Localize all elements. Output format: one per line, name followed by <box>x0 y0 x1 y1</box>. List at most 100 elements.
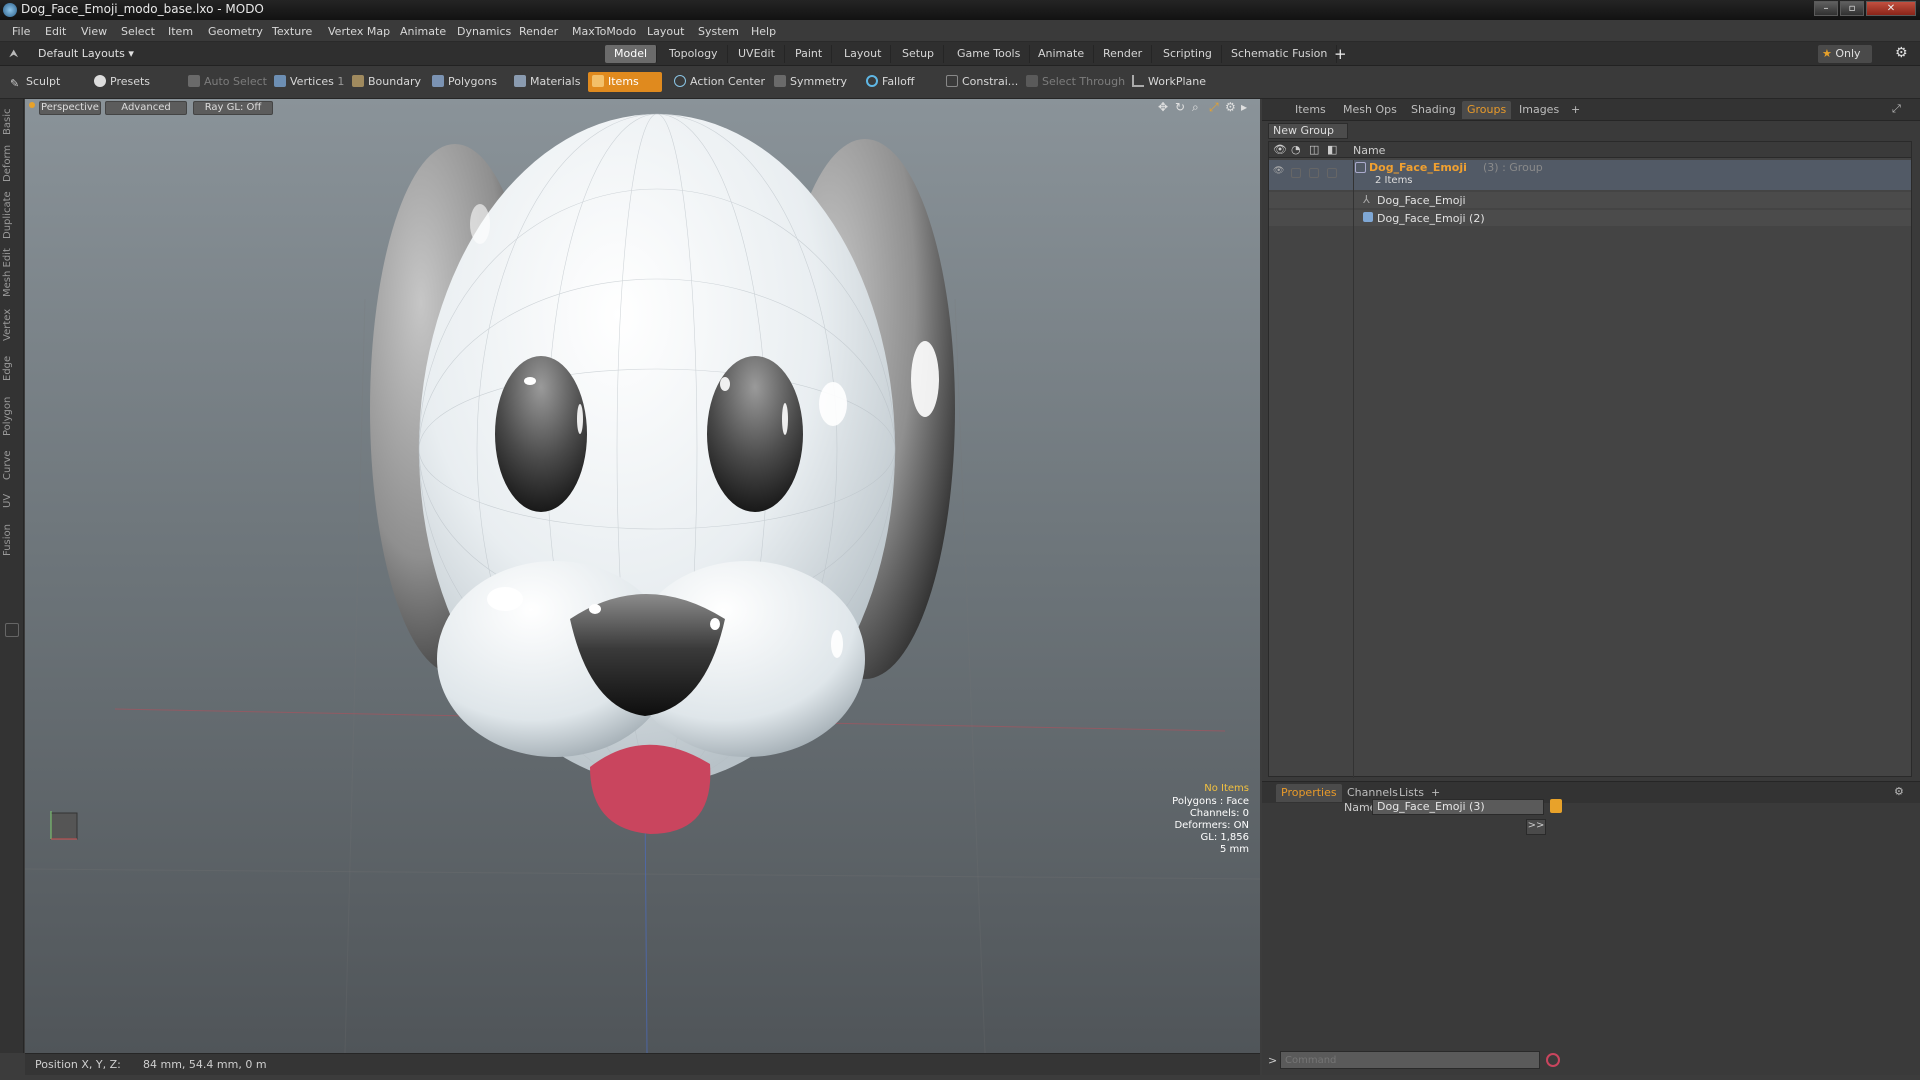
tab-setup[interactable]: Setup <box>893 45 945 63</box>
render-icon[interactable]: ◧ <box>1327 143 1337 156</box>
minimize-button[interactable]: – <box>1814 1 1838 16</box>
menu-maxtomodo[interactable]: MaxToModo <box>572 25 636 38</box>
menu-geometry[interactable]: Geometry <box>208 25 263 38</box>
child-name: Dog_Face_Emoji <box>1377 194 1466 207</box>
sculpt-button[interactable]: ✎ Sculpt <box>6 72 64 92</box>
tab-topology[interactable]: Topology <box>660 45 728 63</box>
vertices-button[interactable]: Vertices 1 <box>270 72 348 92</box>
new-group-button[interactable]: New Group <box>1268 123 1348 139</box>
menu-item[interactable]: Item <box>168 25 193 38</box>
tab-layout[interactable]: Layout <box>835 45 892 63</box>
layout-dropdown[interactable]: Default Layouts ▾ <box>38 47 134 60</box>
visibility-eye-icon[interactable]: 👁 <box>1273 166 1284 176</box>
tab-paint[interactable]: Paint <box>786 45 833 63</box>
viewport-gear-icon[interactable]: ⚙ <box>1225 100 1236 114</box>
expand-properties-button[interactable]: >> <box>1526 819 1546 835</box>
vtab-uv[interactable]: UV <box>2 489 22 513</box>
maximize-button[interactable]: ▫ <box>1840 1 1864 16</box>
menu-view[interactable]: View <box>81 25 107 38</box>
vtab-edge[interactable]: Edge <box>2 351 22 385</box>
vtab-curve[interactable]: Curve <box>2 447 22 483</box>
expand-icon[interactable]: ⤢ <box>1892 102 1901 116</box>
eye-icon[interactable]: 👁 <box>1273 143 1287 156</box>
menu-vertex-map[interactable]: Vertex Map <box>328 25 390 38</box>
symmetry-button[interactable]: Symmetry <box>770 72 851 92</box>
shading-mode-button[interactable]: Advanced <box>105 101 187 115</box>
vtab-fusion[interactable]: Fusion <box>2 519 22 561</box>
tab-properties[interactable]: Properties <box>1276 784 1342 802</box>
list-item[interactable]: Dog_Face_Emoji (2) <box>1269 210 1911 226</box>
viewport-menu-icon[interactable]: ▸ <box>1241 100 1247 114</box>
vtab-polygon[interactable]: Polygon <box>2 391 22 441</box>
tab-scripting[interactable]: Scripting <box>1154 45 1222 63</box>
tab-images[interactable]: Images <box>1514 101 1564 119</box>
lock-icon[interactable]: ◔ <box>1291 143 1301 156</box>
presets-icon <box>94 75 106 87</box>
auto-select-button[interactable]: Auto Select <box>184 72 271 92</box>
tab-game-tools[interactable]: Game Tools <box>948 45 1031 63</box>
tab-shading[interactable]: Shading <box>1406 101 1461 119</box>
layout-arrow-icon[interactable]: ⮝ <box>9 47 18 61</box>
menu-file[interactable]: File <box>12 25 30 38</box>
tab-schematic-fusion[interactable]: Schematic Fusion <box>1222 45 1338 63</box>
color-swatch[interactable] <box>1550 799 1562 813</box>
menu-dynamics[interactable]: Dynamics <box>457 25 511 38</box>
materials-button[interactable]: Materials <box>510 72 584 92</box>
close-button[interactable]: ✕ <box>1866 1 1916 16</box>
vtab-duplicate[interactable]: Duplicate <box>2 189 22 241</box>
name-field[interactable]: Dog_Face_Emoji (3) <box>1372 799 1544 815</box>
title-bar: Dog_Face_Emoji_modo_base.lxo - MODO – ▫ … <box>0 0 1920 20</box>
menu-animate[interactable]: Animate <box>400 25 446 38</box>
3d-viewport[interactable]: Perspective Advanced Ray GL: Off ✥ ↻ ⌕ ⤢… <box>25 99 1260 1053</box>
tab-groups[interactable]: Groups <box>1462 101 1512 119</box>
record-icon[interactable] <box>1546 1053 1560 1067</box>
select-icon[interactable]: ◫ <box>1309 143 1319 156</box>
add-tab-button[interactable]: + <box>1334 45 1347 63</box>
list-item[interactable]: ⅄ Dog_Face_Emoji <box>1269 192 1911 208</box>
menu-select[interactable]: Select <box>121 25 155 38</box>
group-select-toggle[interactable] <box>1309 168 1319 178</box>
menu-layout[interactable]: Layout <box>647 25 684 38</box>
group-lock-toggle[interactable] <box>1291 168 1301 178</box>
vtab-basic[interactable]: Basic <box>2 105 22 139</box>
gear-icon[interactable]: ⚙ <box>1895 45 1908 61</box>
menu-edit[interactable]: Edit <box>45 25 66 38</box>
select-through-button[interactable]: Select Through <box>1022 72 1129 92</box>
strip-toggle-button[interactable] <box>5 623 19 637</box>
menu-system[interactable]: System <box>698 25 739 38</box>
action-center-button[interactable]: Action Center <box>670 72 769 92</box>
layout-name: Default Layouts <box>38 47 125 60</box>
vertices-label: Vertices <box>290 75 334 88</box>
tab-mesh-ops[interactable]: Mesh Ops <box>1338 101 1402 119</box>
constrain-button[interactable]: Constrai... <box>942 72 1022 92</box>
properties-gear-icon[interactable]: ⚙ <box>1894 785 1904 798</box>
vtab-mesh-edit[interactable]: Mesh Edit <box>2 247 22 299</box>
items-button[interactable]: Items <box>588 72 662 92</box>
tab-render[interactable]: Render <box>1094 45 1153 63</box>
boundary-button[interactable]: Boundary <box>348 72 425 92</box>
menu-render[interactable]: Render <box>519 25 558 38</box>
fit-icon[interactable]: ⤢ <box>1209 100 1219 115</box>
zoom-icon[interactable]: ⌕ <box>1192 100 1199 115</box>
polygons-button[interactable]: Polygons <box>428 72 501 92</box>
tab-uvedit[interactable]: UVEdit <box>729 45 785 63</box>
presets-button[interactable]: Presets <box>90 72 154 92</box>
menu-help[interactable]: Help <box>751 25 776 38</box>
vtab-vertex[interactable]: Vertex <box>2 305 22 345</box>
tab-animate[interactable]: Animate <box>1029 45 1095 63</box>
rotate-icon[interactable]: ↻ <box>1175 100 1185 114</box>
group-row[interactable]: 👁 Dog_Face_Emoji (3) : Group 2 Items <box>1269 160 1911 190</box>
menu-texture[interactable]: Texture <box>272 25 312 38</box>
tab-items[interactable]: Items <box>1290 101 1331 119</box>
command-input[interactable] <box>1280 1051 1540 1069</box>
workplane-button[interactable]: WorkPlane <box>1128 72 1210 92</box>
tab-model[interactable]: Model <box>605 45 658 63</box>
pan-icon[interactable]: ✥ <box>1158 100 1168 114</box>
group-render-toggle[interactable] <box>1327 168 1337 178</box>
only-toggle[interactable]: ★ Only <box>1818 45 1872 63</box>
raygl-button[interactable]: Ray GL: Off <box>193 101 273 115</box>
view-mode-button[interactable]: Perspective <box>39 101 101 115</box>
add-panel-tab[interactable]: + <box>1566 101 1585 119</box>
vtab-deform[interactable]: Deform <box>2 143 22 183</box>
falloff-button[interactable]: Falloff <box>862 72 918 92</box>
